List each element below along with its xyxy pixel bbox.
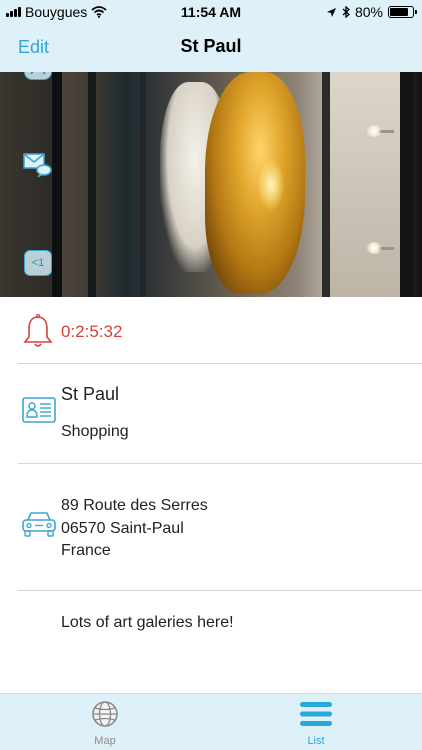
tab-map-label: Map — [94, 735, 116, 747]
place-note: Lots of art galeries here! — [61, 614, 234, 631]
back-count-label: <1 — [31, 257, 45, 269]
photo-highlight — [258, 160, 284, 210]
back-count-button[interactable]: <1 — [24, 250, 52, 276]
bluetooth-icon — [342, 6, 350, 18]
status-right: 80% — [326, 4, 417, 20]
address-line-2: 06570 Saint-Paul — [61, 519, 184, 537]
photo-lamp — [366, 242, 382, 254]
address-line-1: 89 Route des Serres — [61, 497, 208, 514]
battery-percent: 80% — [354, 4, 383, 20]
place-photo: <1 — [0, 72, 422, 297]
place-category: Shopping — [61, 423, 129, 440]
photo-lamp — [366, 125, 382, 137]
mail-chat-icon — [23, 153, 52, 178]
share-button[interactable] — [24, 72, 52, 80]
photo-frame — [52, 72, 62, 297]
message-button[interactable] — [22, 152, 54, 178]
photo-frame — [322, 72, 330, 297]
address-line-3: France — [61, 542, 111, 559]
tab-map[interactable]: Map — [65, 700, 145, 747]
tab-list[interactable]: List — [276, 700, 356, 747]
battery-icon — [388, 6, 417, 18]
address-block: 89 Route des Serres 06570 Saint-Paul Fra… — [61, 495, 208, 563]
photo-frame — [88, 72, 96, 297]
status-bar: Bouygues 11:54 AM 80% — [0, 0, 422, 24]
share-icon — [30, 72, 46, 75]
place-name: St Paul — [61, 384, 120, 404]
car-icon — [22, 512, 56, 537]
contact-card-icon — [22, 397, 56, 423]
tab-list-label: List — [307, 735, 325, 747]
alarm-countdown: 0:2:5:32 — [61, 322, 123, 341]
photo-wall — [330, 72, 400, 297]
list-icon — [300, 702, 332, 726]
page-title: St Paul — [180, 36, 242, 56]
navigation-bar: Edit St Paul — [0, 24, 422, 72]
bell-icon — [23, 313, 53, 347]
battery-fill — [390, 8, 408, 16]
tab-bar: Map List — [0, 693, 422, 750]
globe-icon — [92, 701, 118, 727]
note-row[interactable] — [0, 591, 422, 691]
photo-sculpture-gold — [205, 72, 305, 294]
location-arrow-icon — [326, 7, 336, 17]
photo-frame — [140, 72, 146, 297]
photo-frame — [400, 72, 414, 297]
place-name-row[interactable] — [0, 364, 422, 463]
